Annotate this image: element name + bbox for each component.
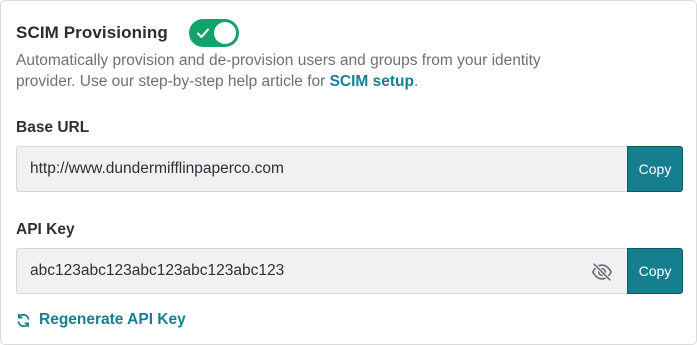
- regenerate-label: Regenerate API Key: [39, 311, 186, 328]
- scim-description: Automatically provision and de-provision…: [16, 50, 576, 92]
- section-title: SCIM Provisioning: [16, 23, 168, 42]
- api-key-value: abc123abc123abc123abc123abc123: [30, 262, 285, 279]
- scim-enabled-toggle[interactable]: [188, 19, 239, 47]
- description-text: Automatically provision and de-provision…: [16, 52, 541, 90]
- regenerate-api-key-link[interactable]: Regenerate API Key: [16, 311, 186, 329]
- eye-off-icon[interactable]: [591, 261, 613, 283]
- description-end: .: [414, 73, 419, 90]
- scim-settings-card: SCIM Provisioning Automatically provisio…: [0, 0, 697, 345]
- refresh-icon: [17, 313, 30, 327]
- scim-header: SCIM Provisioning: [16, 19, 239, 47]
- scim-setup-link[interactable]: SCIM setup: [330, 73, 414, 90]
- copy-base-url-button[interactable]: Copy: [627, 146, 683, 192]
- toggle-knob: [213, 22, 236, 44]
- base-url-label: Base URL: [16, 119, 90, 136]
- copy-api-key-button[interactable]: Copy: [627, 248, 683, 294]
- api-key-field[interactable]: abc123abc123abc123abc123abc123: [16, 248, 627, 294]
- api-key-label: API Key: [16, 221, 75, 238]
- base-url-value: http://www.dundermifflinpaperco.com: [30, 160, 284, 177]
- check-icon: [196, 28, 209, 38]
- base-url-field[interactable]: http://www.dundermifflinpaperco.com: [16, 146, 627, 192]
